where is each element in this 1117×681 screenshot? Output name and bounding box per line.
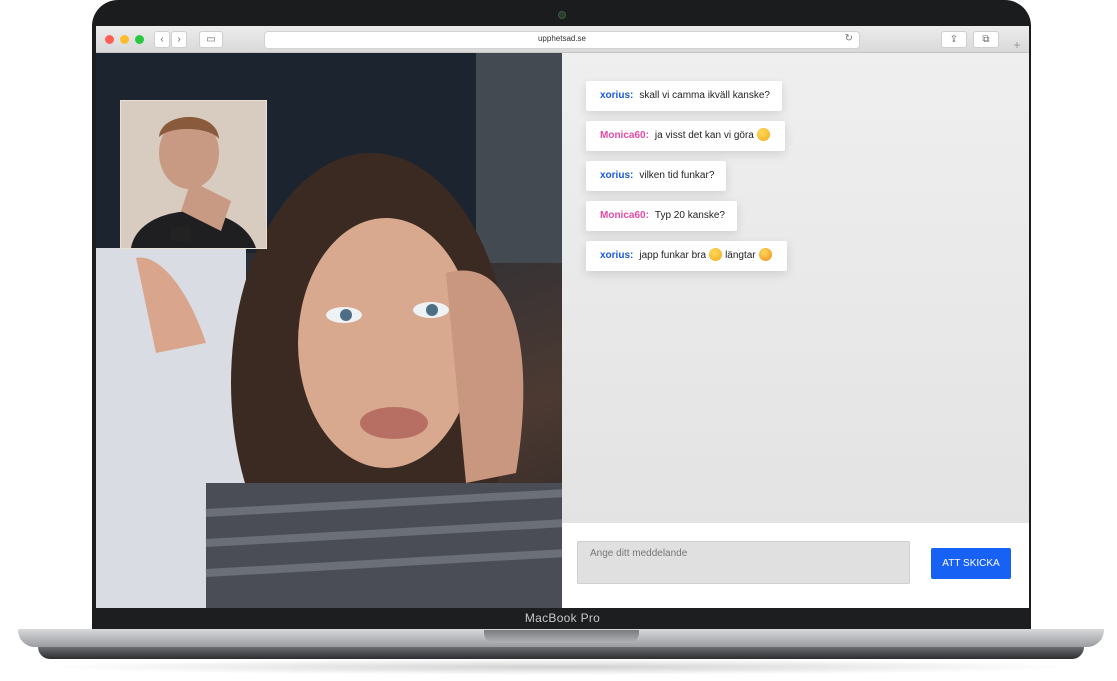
chat-message: Monica60: Typ 20 kanske? (586, 201, 737, 231)
laptop-chin: MacBook Pro (96, 608, 1029, 630)
message-username[interactable]: xorius: (600, 250, 633, 261)
forward-icon[interactable]: › (171, 31, 187, 48)
message-input[interactable]: Ange ditt meddelande (577, 541, 910, 584)
close-window-icon[interactable] (105, 35, 114, 44)
address-bar[interactable]: upphetsad.se ↻ (264, 31, 860, 49)
minimize-window-icon[interactable] (120, 35, 129, 44)
smile-emoji-icon (756, 127, 770, 141)
browser-toolbar: ‹ › ▭ upphetsad.se ↻ ⇪ ⧉ + (96, 26, 1029, 53)
reload-icon[interactable]: ↻ (845, 33, 853, 44)
message-username[interactable]: Monica60: (600, 130, 649, 141)
tabs-icon[interactable]: ⧉ (973, 31, 999, 48)
kiss-emoji-icon (758, 247, 772, 261)
message-composer: Ange ditt meddelande ATT SKICKA (562, 523, 1029, 608)
share-icon[interactable]: ⇪ (941, 31, 967, 48)
local-video-thumbnail (120, 100, 267, 249)
chat-message: xorius: japp funkar bra längtar (586, 241, 787, 271)
chat-message: xorius: skall vi camma ikväll kanske? (586, 81, 782, 111)
webcam-icon (558, 11, 566, 19)
new-tab-icon[interactable]: + (1009, 38, 1025, 52)
laptop-shadow (40, 659, 1080, 675)
message-input-placeholder: Ange ditt meddelande (590, 548, 688, 559)
url-text: upphetsad.se (537, 34, 587, 43)
device-label: MacBook Pro (524, 611, 601, 625)
local-video-photo (121, 101, 266, 248)
message-text: japp funkar bra (639, 250, 707, 261)
message-text: Typ 20 kanske? (654, 210, 725, 221)
message-username[interactable]: xorius: (600, 170, 633, 181)
screen: ‹ › ▭ upphetsad.se ↻ ⇪ ⧉ + xorius: skall… (96, 26, 1029, 608)
chat-message: xorius: vilken tid funkar? (586, 161, 727, 191)
remote-video (96, 53, 562, 608)
laptop-notch (484, 630, 639, 643)
message-text-continued: längtar (725, 250, 756, 261)
laptop-base-edge (38, 647, 1084, 659)
zoom-window-icon[interactable] (135, 35, 144, 44)
back-icon[interactable]: ‹ (154, 31, 170, 48)
message-text: skall vi camma ikväll kanske? (639, 90, 770, 101)
wink-emoji-icon (709, 247, 723, 261)
message-text: ja visst det kan vi göra (654, 130, 754, 141)
chat-message: Monica60: ja visst det kan vi göra (586, 121, 785, 151)
sidebar-icon[interactable]: ▭ (199, 31, 223, 48)
message-username[interactable]: Monica60: (600, 210, 649, 221)
send-button[interactable]: ATT SKICKA (931, 548, 1011, 579)
chat-panel: xorius: skall vi camma ikväll kanske? Mon… (562, 53, 1029, 523)
message-username[interactable]: xorius: (600, 90, 633, 101)
message-text: vilken tid funkar? (639, 170, 715, 181)
